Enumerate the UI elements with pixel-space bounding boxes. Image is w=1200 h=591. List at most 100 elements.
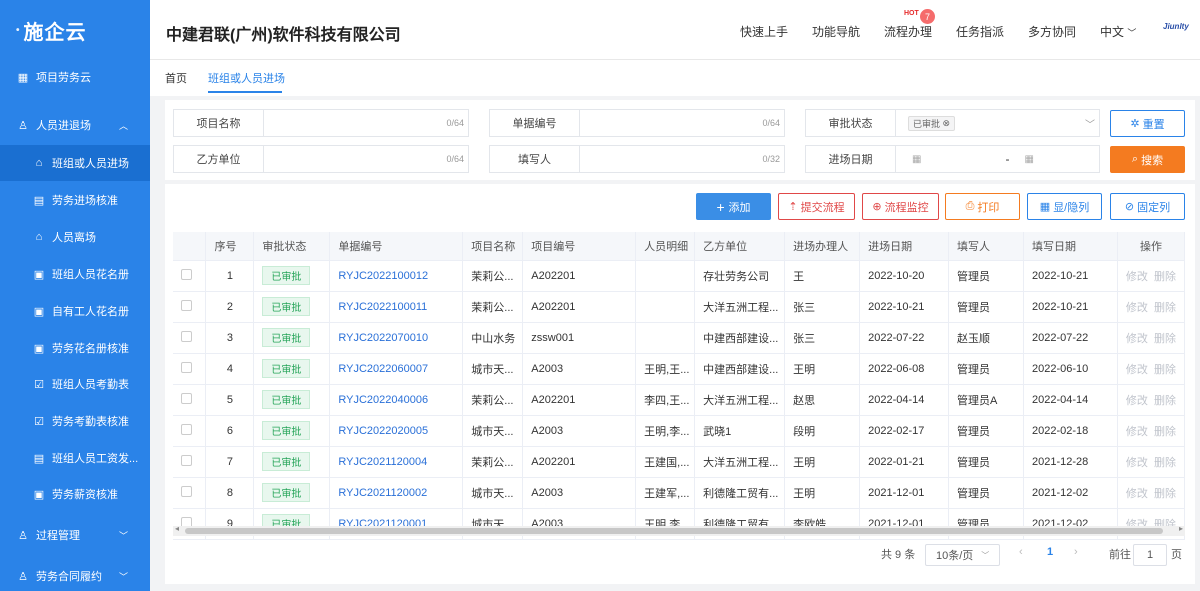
doc-no-link-text[interactable]: RYJC2022060007 [338, 363, 428, 375]
edit-link[interactable]: 修改 [1126, 271, 1148, 283]
sidebar-item-entry-approval[interactable]: ▤ 劳务进场核准 [0, 182, 150, 218]
row-checkbox[interactable] [181, 392, 192, 404]
row-checkbox[interactable] [181, 423, 192, 435]
delete-link[interactable]: 删除 [1154, 302, 1176, 314]
nav-quick-start[interactable]: 快速上手 [740, 23, 788, 40]
doc-no-link-text[interactable]: RYJC2022100011 [338, 301, 427, 313]
doc-no-link-text[interactable]: RYJC2022100012 [338, 270, 428, 282]
doc-no-link-text[interactable]: RYJC2022020005 [338, 425, 428, 437]
sidebar-item-contract[interactable]: ♙ 劳务合同履约 ﹀ [0, 561, 150, 591]
row-checkbox[interactable] [181, 268, 192, 280]
toggle-columns-button[interactable]: ▦ 显/隐列 [1027, 193, 1102, 220]
nav-collab[interactable]: 多方协同 [1028, 23, 1076, 40]
nav-process[interactable]: 流程办理 [884, 23, 932, 40]
sidebar-item-attendance[interactable]: ☑ 班组人员考勤表 [0, 366, 150, 402]
print-button[interactable]: ⎙ 打印 [945, 193, 1020, 220]
doc-no-link-text[interactable]: RYJC2021120002 [338, 487, 427, 499]
nav-task[interactable]: 任务指派 [956, 23, 1004, 40]
tab-team-entry[interactable]: 班组或人员进场 [208, 70, 285, 86]
delete-link[interactable]: 删除 [1154, 333, 1176, 345]
scroll-right-icon[interactable]: ▸ [1179, 524, 1183, 533]
scrollbar-thumb[interactable] [185, 528, 1163, 534]
row-checkbox[interactable] [181, 299, 192, 311]
search-button[interactable]: ⌕ 搜索 [1110, 146, 1185, 173]
sidebar-item-wage[interactable]: ▤ 班组人员工资发... [0, 440, 150, 476]
sidebar-item-team-roster[interactable]: ▣ 班组人员花名册 [0, 256, 150, 292]
doc-no-link[interactable]: RYJC2022100011 [329, 291, 464, 323]
sidebar-item-own-roster[interactable]: ▣ 自有工人花名册 [0, 293, 150, 329]
horizontal-scrollbar[interactable]: ◂ ▸ [173, 524, 1185, 536]
edit-link[interactable]: 修改 [1126, 333, 1148, 345]
delete-link[interactable]: 删除 [1154, 488, 1176, 500]
doc-no-link-text[interactable]: RYJC2021120004 [338, 456, 427, 468]
delete-link[interactable]: 删除 [1154, 271, 1176, 283]
next-page-icon[interactable]: › [1074, 546, 1078, 558]
edit-link[interactable]: 修改 [1126, 426, 1148, 438]
edit-link[interactable]: 修改 [1126, 488, 1148, 500]
doc-no-field[interactable]: 单据编号 0/64 [489, 109, 785, 137]
fixed-columns-button[interactable]: ⊘ 固定列 [1110, 193, 1185, 220]
sidebar-item-exit[interactable]: ⌂ 人员离场 [0, 219, 150, 255]
sidebar-item-process[interactable]: ♙ 过程管理 ﹀ [0, 520, 150, 550]
prev-page-icon[interactable]: ‹ [1019, 546, 1023, 558]
goto-input[interactable]: 1 [1133, 544, 1167, 566]
entry-date-range[interactable]: 进场日期 ▦ - ▦ [805, 145, 1100, 173]
table-row[interactable]: 4 已审批 RYJC2022060007 城市天... A2003 王明,王... 中建西部… [173, 353, 1186, 385]
filler-field[interactable]: 填写人 0/32 [489, 145, 785, 173]
nav-function[interactable]: 功能导航 [812, 23, 860, 40]
doc-no-link[interactable]: RYJC2021120004 [329, 446, 464, 478]
sidebar-item-labor-cloud[interactable]: ▦ 项目劳务云 [0, 62, 150, 92]
table-row[interactable]: 3 已审批 RYJC2022070010 中山水务 zssw001 中建西部建设... 张三… [173, 322, 1186, 354]
page-size-select[interactable]: 10条/页 ﹀ [925, 544, 1000, 566]
delete-link[interactable]: 删除 [1154, 364, 1176, 376]
approval-status-select[interactable]: 审批状态 已审批 ⊗ ﹀ [805, 109, 1100, 137]
page-number[interactable]: 1 [1047, 546, 1053, 558]
project-name-field[interactable]: 项目名称 0/64 [173, 109, 469, 137]
tab-home[interactable]: 首页 [165, 70, 187, 86]
edit-link[interactable]: 修改 [1126, 395, 1148, 407]
sidebar-item-roster-approval[interactable]: ▣ 劳务花名册核准 [0, 330, 150, 366]
project-name: 茉莉公... [462, 446, 524, 478]
sidebar-item-team-entry[interactable]: ⌂ 班组或人员进场 [0, 145, 150, 181]
process-monitor-button[interactable]: ⊕ 流程监控 [862, 193, 939, 220]
personnel [635, 260, 696, 292]
delete-link[interactable]: 删除 [1154, 457, 1176, 469]
personnel: 王明,李... [635, 415, 696, 447]
reset-button[interactable]: ✲ 重置 [1110, 110, 1185, 137]
sidebar-item-attendance-approval[interactable]: ☑ 劳务考勤表核准 [0, 403, 150, 439]
row-checkbox[interactable] [181, 454, 192, 466]
edit-link[interactable]: 修改 [1126, 457, 1148, 469]
delete-link[interactable]: 删除 [1154, 395, 1176, 407]
project-name-text: 茉莉公... [471, 301, 514, 314]
doc-no-link[interactable]: RYJC2022060007 [329, 353, 464, 385]
row-checkbox[interactable] [181, 485, 192, 497]
upload-icon: ⇡ [788, 201, 801, 213]
table-row[interactable]: 6 已审批 RYJC2022020005 城市天... A2003 王明,李... 武晓1 段… [173, 415, 1186, 447]
sidebar-item-salary-approval[interactable]: ▣ 劳务薪资核准 [0, 476, 150, 512]
project-name-text: 城市天... [471, 363, 514, 376]
party-b-field[interactable]: 乙方单位 0/64 [173, 145, 469, 173]
row-checkbox[interactable] [181, 361, 192, 373]
sidebar-item-entry-exit[interactable]: ♙ 人员进退场 ︿ [0, 110, 150, 140]
doc-no-link-text[interactable]: RYJC2022070010 [338, 332, 428, 344]
home-icon: ⌂ [35, 231, 43, 243]
table-row[interactable]: 1 已审批 RYJC2022100012 茉莉公... A202201 存壮劳务公司 王 20… [173, 260, 1186, 292]
scroll-left-icon[interactable]: ◂ [175, 524, 179, 533]
doc-no-link[interactable]: RYJC2022070010 [329, 322, 464, 354]
doc-no-link-text[interactable]: RYJC2022040006 [338, 394, 428, 406]
submit-process-button[interactable]: ⇡ 提交流程 [778, 193, 855, 220]
edit-link[interactable]: 修改 [1126, 364, 1148, 376]
row-checkbox[interactable] [181, 330, 192, 342]
edit-link[interactable]: 修改 [1126, 302, 1148, 314]
doc-no-link[interactable]: RYJC2022100012 [329, 260, 464, 292]
language-select[interactable]: 中文 ﹀ [1100, 23, 1136, 40]
table-row[interactable]: 5 已审批 RYJC2022040006 茉莉公... A202201 李四,王... 大洋… [173, 384, 1186, 416]
doc-no-link[interactable]: RYJC2021120002 [329, 477, 464, 509]
table-row[interactable]: 2 已审批 RYJC2022100011 茉莉公... A202201 大洋五洲工程...… [173, 291, 1186, 323]
doc-no-link[interactable]: RYJC2022020005 [329, 415, 464, 447]
table-row[interactable]: 7 已审批 RYJC2021120004 茉莉公... A202201 王建国,... 大洋… [173, 446, 1186, 478]
add-button[interactable]: + 添加 [696, 193, 771, 220]
table-row[interactable]: 8 已审批 RYJC2021120002 城市天... A2003 王建军,... 利德隆工… [173, 477, 1186, 509]
delete-link[interactable]: 删除 [1154, 426, 1176, 438]
doc-no-link[interactable]: RYJC2022040006 [329, 384, 464, 416]
